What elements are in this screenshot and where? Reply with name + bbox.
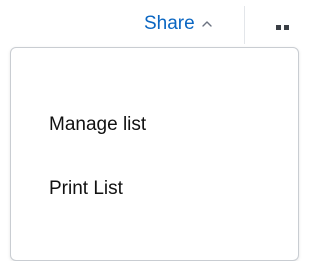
share-dropdown-menu: Manage list Print List (10, 47, 299, 261)
share-label: Share (144, 13, 195, 34)
more-dot (276, 25, 281, 30)
menu-item-manage-list[interactable]: Manage list (49, 114, 146, 136)
more-options-icon[interactable] (276, 25, 289, 30)
toolbar-divider (244, 6, 245, 44)
top-toolbar: Share (0, 0, 308, 46)
chevron-up-icon (202, 21, 212, 27)
share-button[interactable]: Share (144, 12, 212, 36)
menu-item-print-list[interactable]: Print List (49, 178, 123, 200)
more-dot (284, 25, 289, 30)
